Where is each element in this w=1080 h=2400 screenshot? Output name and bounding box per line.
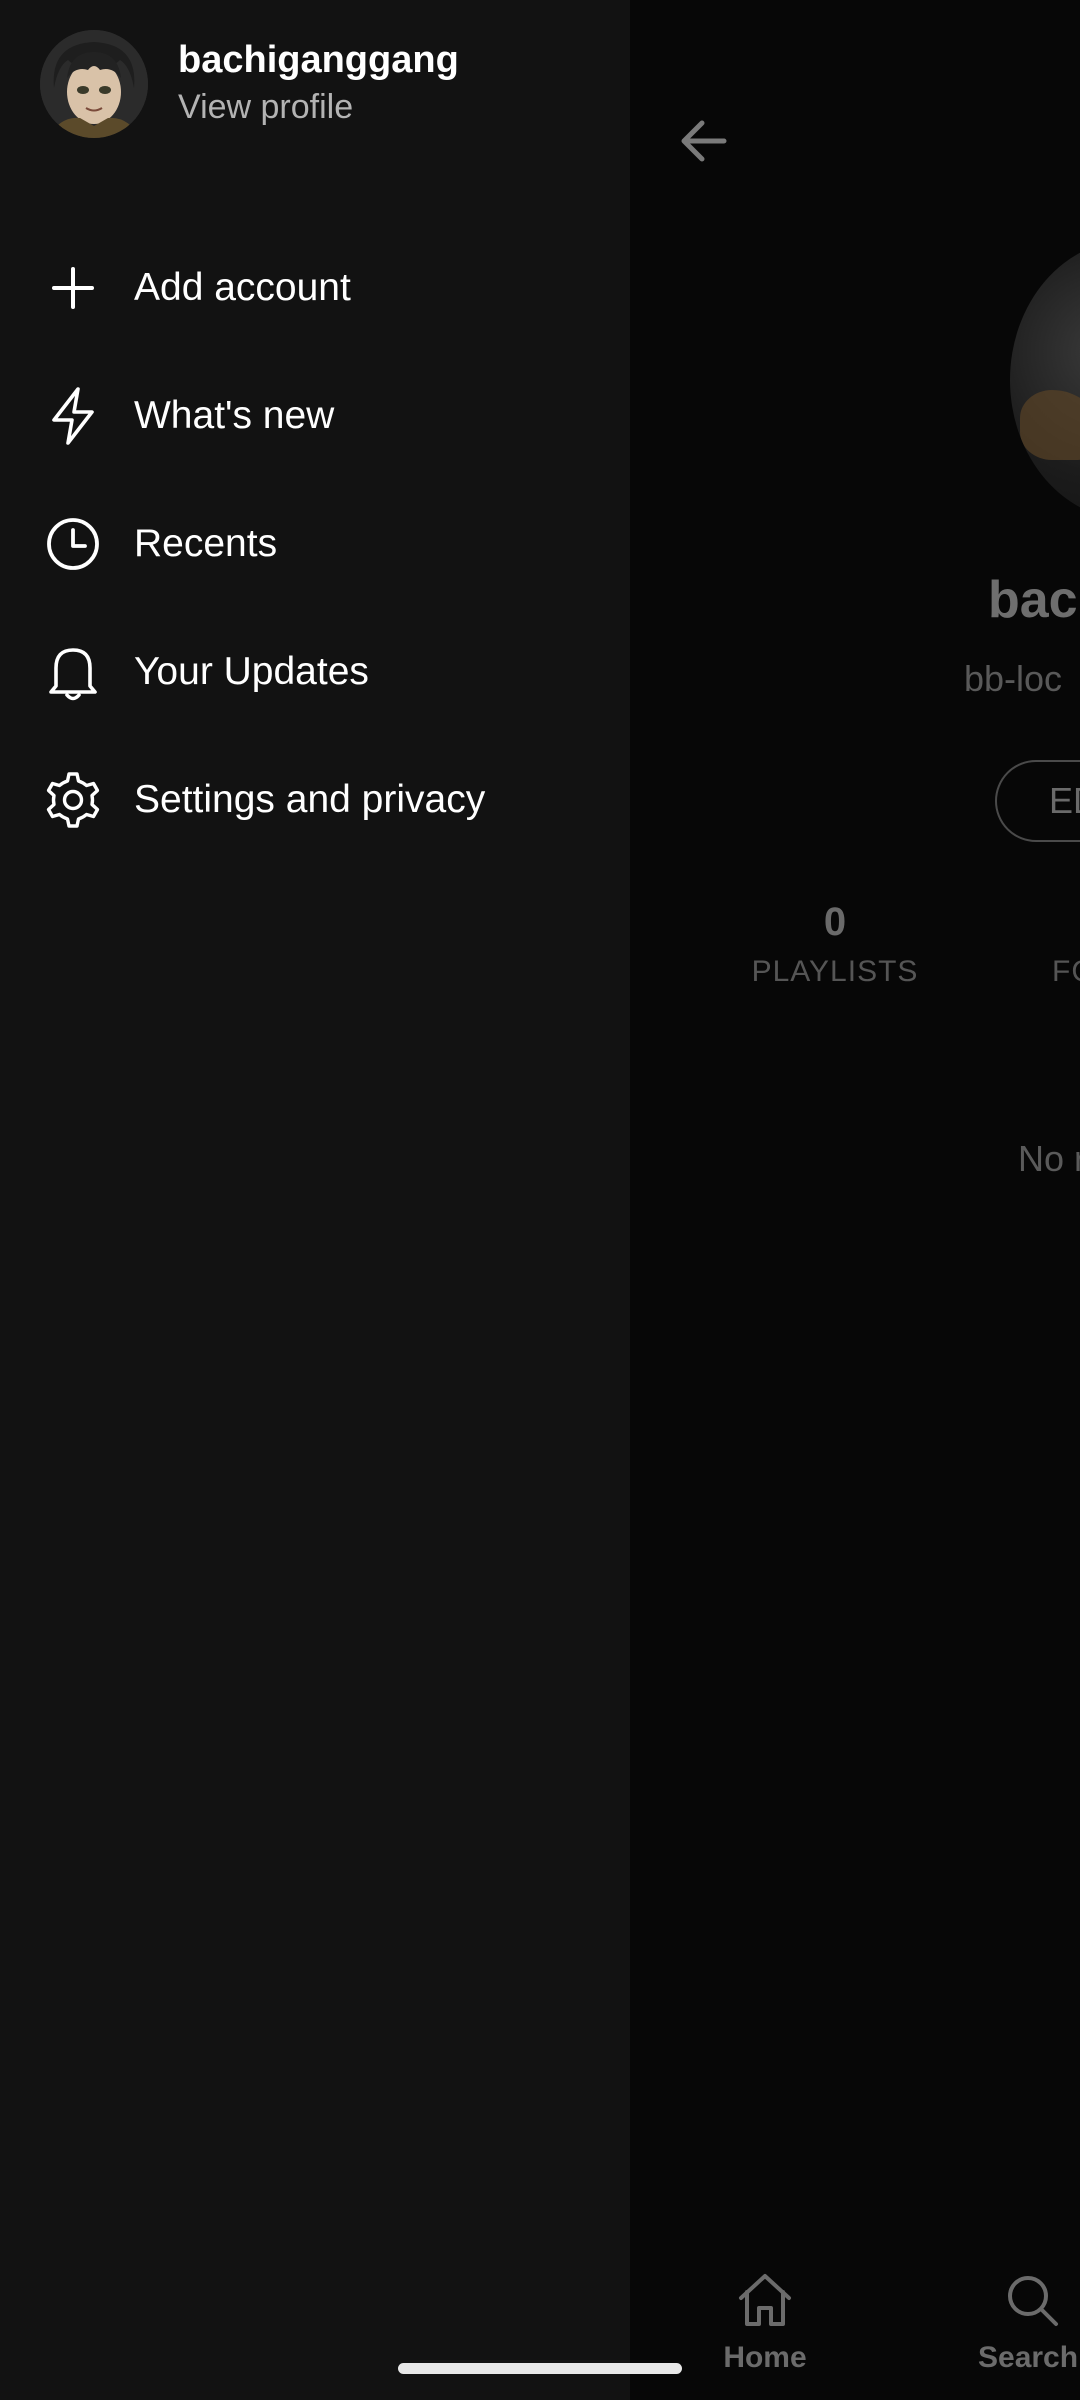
home-icon	[739, 2274, 791, 2326]
edit-profile-button[interactable]: ED	[995, 760, 1080, 842]
view-profile-link[interactable]: View profile	[178, 83, 459, 131]
profile-text[interactable]: bachiganggang View profile	[178, 37, 459, 131]
background-profile-handle: bb-loc	[964, 658, 1063, 699]
menu-item-label: Recents	[134, 522, 278, 565]
menu-item-label: Add account	[134, 266, 351, 309]
background-profile-avatar	[1010, 240, 1080, 520]
playlists-label: PLAYLISTS	[751, 955, 919, 988]
menu-item-add-account[interactable]: Add account	[0, 224, 630, 352]
side-drawer: bachiganggang View profile Add account W…	[0, 0, 630, 2400]
followers-count	[1052, 900, 1080, 945]
background-profile-name: bacl	[988, 571, 1080, 629]
menu-item-your-updates[interactable]: Your Updates	[0, 608, 630, 736]
clock-icon	[42, 513, 104, 575]
menu-item-whats-new[interactable]: What's new	[0, 352, 630, 480]
lightning-icon	[42, 385, 104, 447]
nav-home-label: Home	[723, 2341, 807, 2374]
nav-home[interactable]: Home	[700, 2270, 830, 2375]
screen: bacl bb-loc ED 0 PLAYLISTS FC No r Home …	[0, 0, 1080, 2400]
avatar[interactable]	[40, 30, 148, 138]
menu-item-label: Settings and privacy	[134, 778, 486, 821]
menu-item-settings[interactable]: Settings and privacy	[0, 736, 630, 864]
empty-state-text: No r	[1018, 1138, 1080, 1179]
nav-search-label: Search	[978, 2341, 1079, 2374]
menu-item-recents[interactable]: Recents	[0, 480, 630, 608]
followers-label: FC	[1052, 955, 1080, 988]
playlists-count: 0	[823, 900, 847, 944]
plus-icon	[42, 257, 104, 319]
search-icon	[1008, 2276, 1058, 2326]
playlists-stat[interactable]: 0 PLAYLISTS	[745, 900, 925, 989]
username: bachiganggang	[178, 39, 459, 81]
drawer-menu: Add account What's new Recents Your Upda…	[0, 224, 630, 864]
bell-icon	[42, 641, 104, 703]
profile-header[interactable]: bachiganggang View profile	[40, 30, 459, 138]
home-indicator[interactable]	[398, 2363, 682, 2374]
nav-search[interactable]: Search	[978, 2270, 1080, 2375]
followers-stat[interactable]: FC	[1052, 900, 1080, 989]
back-arrow-icon[interactable]	[670, 108, 736, 174]
menu-item-label: What's new	[134, 394, 335, 437]
gear-icon	[42, 769, 104, 831]
menu-item-label: Your Updates	[134, 650, 369, 693]
